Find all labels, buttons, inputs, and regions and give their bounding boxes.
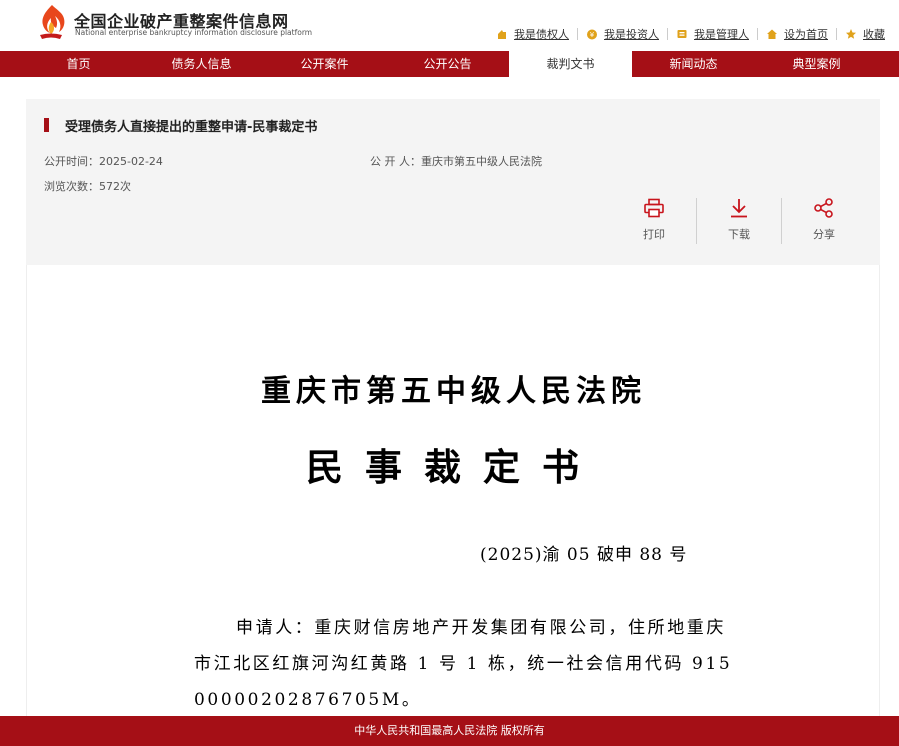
nav-item-home[interactable]: 首页 [17,51,140,77]
svg-text:¥: ¥ [590,31,595,39]
administrator-icon [677,30,687,38]
creditor-link-label: 我是债权人 [514,28,569,41]
download-button[interactable]: 下载 [697,196,781,246]
top-links: 我是债权人 ¥ 我是投资人 我是管理人 设为首页 收藏 [496,26,885,42]
nav-item-debtor-info[interactable]: 债务人信息 [140,51,263,77]
creditor-link[interactable]: 我是债权人 [496,26,569,42]
print-label: 打印 [643,228,665,241]
print-button[interactable]: 打印 [612,196,696,246]
document-type: 民事裁定书 [306,445,601,489]
star-icon [846,29,856,39]
nav-item-news[interactable]: 新闻动态 [632,51,755,77]
printer-icon [644,198,664,218]
applicant-paragraph: 申请人：重庆财信房地产开发集团有限公司，住所地重庆市江北区红旗河沟红黄路 1 号… [194,618,733,710]
share-label: 分享 [813,228,835,241]
share-icon [814,198,833,218]
site-header: 全国企业破产重整案件信息网 National enterprise bankru… [0,0,899,51]
download-label: 下载 [728,228,750,241]
logo-flame-icon[interactable] [36,4,66,42]
document-info-card: 受理债务人直接提出的重整申请-民事裁定书 公开时间：2025-02-24 公 开… [26,99,880,265]
publish-time: 公开时间：2025-02-24 [44,155,163,168]
site-subtitle: National enterprise bankruptcy informati… [75,28,313,37]
title-accent-bar [44,118,49,132]
divider [577,28,578,40]
download-icon [731,199,747,218]
nav-item-public-notices[interactable]: 公开公告 [386,51,509,77]
bookmark-link-label: 收藏 [863,28,885,41]
divider [836,28,837,40]
document-title: 受理债务人直接提出的重整申请-民事裁定书 [65,120,318,135]
investor-link[interactable]: ¥ 我是投资人 [586,26,659,42]
home-icon [767,29,777,39]
share-button[interactable]: 分享 [782,196,866,246]
view-count: 浏览次数：572次 [44,180,131,193]
court-name: 重庆市第五中级人民法院 [261,374,646,409]
divider [667,28,668,40]
nav-item-public-cases[interactable]: 公开案件 [263,51,386,77]
investor-link-label: 我是投资人 [604,28,659,41]
administrator-link-label: 我是管理人 [694,28,749,41]
document-actions: 打印 下载 分享 [612,196,866,246]
bookmark-link[interactable]: 收藏 [845,26,885,42]
investor-icon: ¥ [587,29,597,40]
nav-item-judgments[interactable]: 裁判文书 [509,51,632,77]
main-nav: 首页 债务人信息 公开案件 公开公告 裁判文书 新闻动态 典型案例 [0,51,899,77]
set-homepage-link[interactable]: 设为首页 [766,26,828,42]
administrator-link[interactable]: 我是管理人 [676,26,749,42]
creditor-icon [498,30,506,39]
site-footer: 中华人民共和国最高人民法院 版权所有 [0,716,899,746]
case-number: (2025)渝 05 破申 88 号 [480,545,688,565]
divider [757,28,758,40]
publisher: 公 开 人：重庆市第五中级人民法院 [370,155,542,168]
nav-item-typical-cases[interactable]: 典型案例 [755,51,878,77]
set-homepage-link-label: 设为首页 [784,28,828,41]
